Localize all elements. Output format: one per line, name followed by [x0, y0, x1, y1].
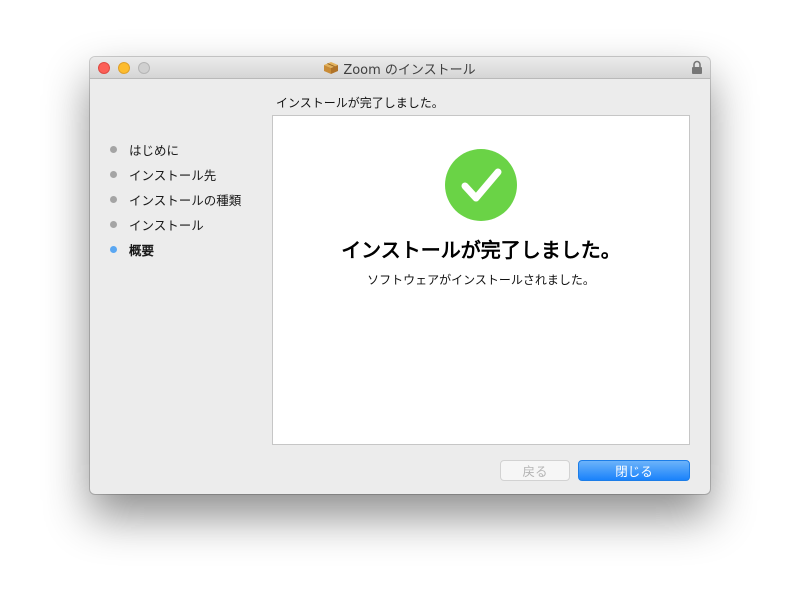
- window-title: Zoom のインストール: [343, 62, 476, 78]
- step-dot: [110, 221, 117, 228]
- step-label: はじめに: [129, 143, 180, 158]
- step-installation: インストール: [110, 212, 241, 237]
- close-button[interactable]: 閉じる: [578, 460, 690, 481]
- completion-subtext: ソフトウェアがインストールされました。: [367, 273, 595, 287]
- completion-headline: インストールが完了しました。: [341, 238, 621, 262]
- step-introduction: はじめに: [110, 137, 241, 162]
- package-icon: [324, 62, 339, 74]
- step-installation-type: インストールの種類: [110, 187, 241, 212]
- window-title-area: Zoom のインストール: [90, 57, 710, 79]
- step-dot-current: [110, 246, 117, 253]
- page-header: インストールが完了しました。: [276, 96, 444, 110]
- step-summary: 概要: [110, 237, 241, 262]
- title-bar[interactable]: Zoom のインストール: [90, 57, 710, 79]
- content-panel: インストールが完了しました。 ソフトウェアがインストールされました。: [272, 115, 690, 445]
- step-dot: [110, 196, 117, 203]
- checkmark-circle-icon: [445, 149, 517, 221]
- lock-icon: [692, 60, 702, 74]
- back-button: 戻る: [500, 460, 570, 481]
- step-label: インストールの種類: [129, 193, 242, 208]
- step-label: インストール: [129, 218, 204, 233]
- step-destination: インストール先: [110, 162, 241, 187]
- step-dot: [110, 171, 117, 178]
- step-label: インストール先: [129, 168, 217, 183]
- step-label: 概要: [129, 243, 155, 258]
- step-dot: [110, 146, 117, 153]
- installer-window: Zoom のインストール インストールが完了しました。 はじめに インストール先…: [90, 57, 710, 494]
- installer-steps-list: はじめに インストール先 インストールの種類 インストール 概要: [110, 137, 241, 262]
